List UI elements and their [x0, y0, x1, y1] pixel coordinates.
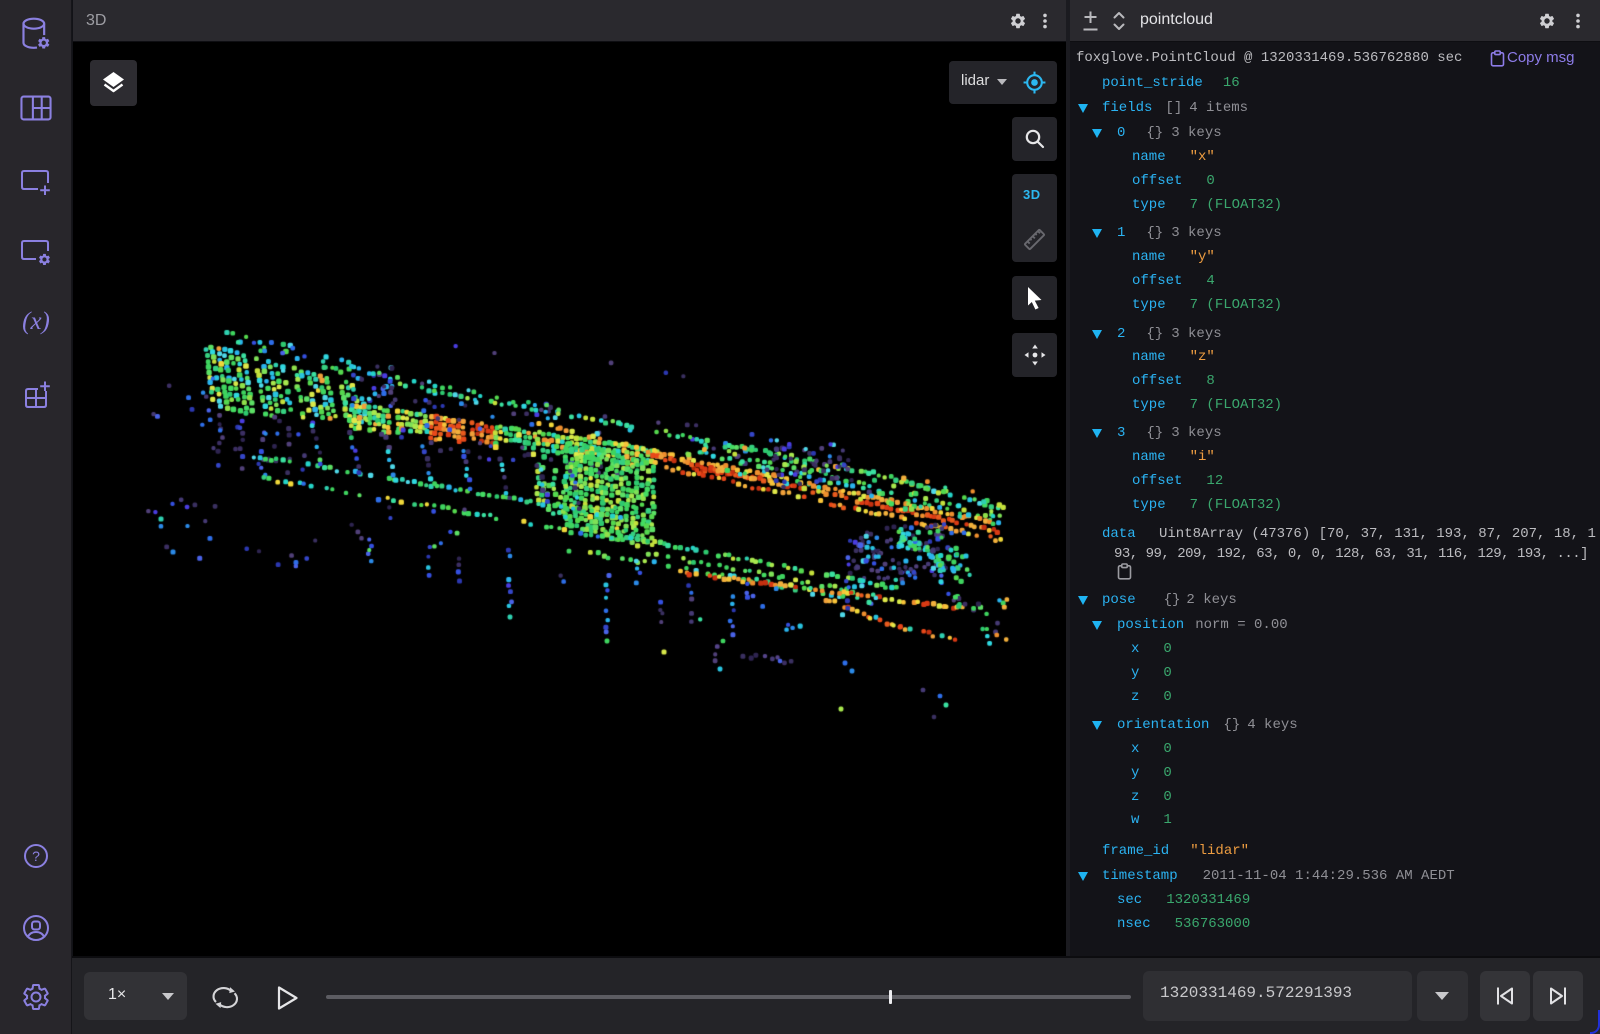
svg-text:?: ? [32, 848, 40, 864]
